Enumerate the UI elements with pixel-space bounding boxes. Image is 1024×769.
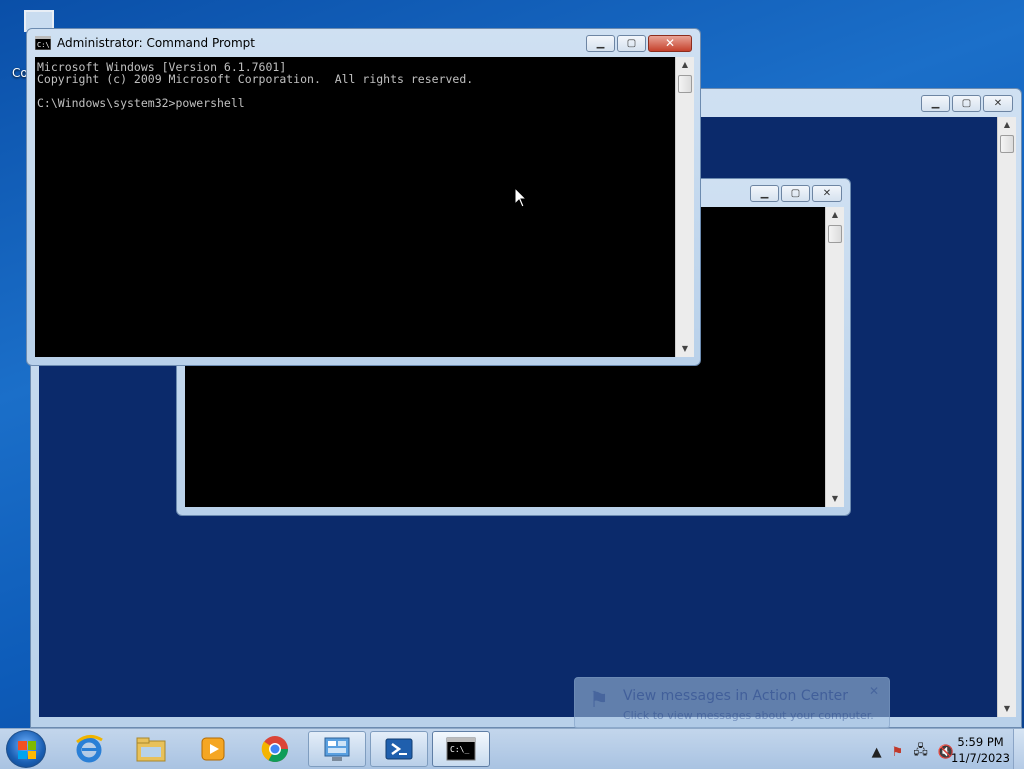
scroll-thumb[interactable]	[1000, 135, 1014, 153]
taskbar-media-player[interactable]	[184, 731, 242, 767]
system-tray: ▲ ⚑ 🖧 🔇	[872, 741, 954, 763]
taskbar-control-panel[interactable]	[308, 731, 366, 767]
svg-text:C:\_: C:\_	[450, 745, 469, 754]
scroll-up-arrow[interactable]: ▲	[998, 117, 1016, 133]
chrome-icon	[261, 736, 289, 763]
media-player-icon	[201, 737, 225, 761]
scroll-up-arrow[interactable]: ▲	[826, 207, 844, 223]
vertical-scrollbar[interactable]: ▲ ▼	[675, 57, 694, 357]
clock-date: 11/7/2023	[951, 751, 1010, 765]
cmd-icon: C:\	[35, 36, 51, 50]
notification-title: View messages in Action Center	[623, 688, 848, 704]
show-hidden-icons-icon[interactable]: ▲	[872, 745, 882, 760]
start-button[interactable]	[6, 730, 46, 768]
windows-logo-icon	[18, 741, 36, 759]
taskbar-command-prompt[interactable]: C:\_	[432, 731, 490, 767]
close-button[interactable]: ✕	[983, 95, 1013, 112]
maximize-button[interactable]: ▢	[781, 185, 810, 202]
scroll-down-arrow[interactable]: ▼	[998, 701, 1016, 717]
command-prompt-window[interactable]: C:\ Administrator: Command Prompt ▁ ▢ ✕ …	[26, 28, 701, 366]
show-desktop-button[interactable]	[1013, 729, 1024, 769]
console-output[interactable]: Microsoft Windows [Version 6.1.7601] Cop…	[35, 57, 675, 357]
scroll-up-arrow[interactable]: ▲	[676, 57, 694, 73]
command-prompt-icon: C:\_	[446, 737, 476, 761]
svg-text:C:\: C:\	[37, 41, 50, 49]
scroll-down-arrow[interactable]: ▼	[826, 491, 844, 507]
maximize-button[interactable]: ▢	[952, 95, 981, 112]
scroll-thumb[interactable]	[678, 75, 692, 93]
console-prompt-line: C:\Windows\system32>powershell	[37, 96, 245, 110]
notification-subtitle: Click to view messages about your comput…	[623, 709, 874, 722]
close-button[interactable]: ✕	[812, 185, 842, 202]
clock[interactable]: 5:59 PM 11/7/2023	[951, 734, 1010, 766]
action-center-flag-icon: ⚑	[589, 688, 609, 713]
taskbar-chrome[interactable]	[246, 731, 304, 767]
maximize-button[interactable]: ▢	[617, 35, 646, 52]
taskbar-powershell[interactable]	[370, 731, 428, 767]
close-button[interactable]: ✕	[648, 35, 692, 52]
console-line: Copyright (c) 2009 Microsoft Corporation…	[37, 72, 474, 86]
network-icon[interactable]: 🖧	[913, 741, 928, 763]
minimize-button[interactable]: ▁	[586, 35, 615, 52]
window-title: Administrator: Command Prompt	[57, 36, 255, 50]
taskbar-internet-explorer[interactable]	[60, 731, 118, 767]
internet-explorer-icon	[76, 735, 103, 763]
powershell-icon	[385, 738, 413, 760]
control-panel-icon	[324, 737, 350, 761]
vertical-scrollbar[interactable]: ▲ ▼	[997, 117, 1016, 717]
taskbar: C:\_ ▲ ⚑ 🖧 🔇 5:59 PM 11/7/2023	[0, 728, 1024, 769]
folder-icon	[136, 737, 166, 762]
action-center-flag-icon[interactable]: ⚑	[892, 745, 904, 760]
scroll-down-arrow[interactable]: ▼	[676, 341, 694, 357]
scroll-thumb[interactable]	[828, 225, 842, 243]
mouse-cursor-icon	[514, 187, 528, 208]
clock-time: 5:59 PM	[957, 735, 1004, 749]
minimize-button[interactable]: ▁	[921, 95, 950, 112]
taskbar-windows-explorer[interactable]	[122, 731, 180, 767]
minimize-button[interactable]: ▁	[750, 185, 779, 202]
notification-close-icon[interactable]: ✕	[869, 684, 879, 698]
action-center-notification[interactable]: ⚑ View messages in Action Center Click t…	[574, 677, 890, 729]
vertical-scrollbar[interactable]: ▲ ▼	[825, 207, 844, 507]
